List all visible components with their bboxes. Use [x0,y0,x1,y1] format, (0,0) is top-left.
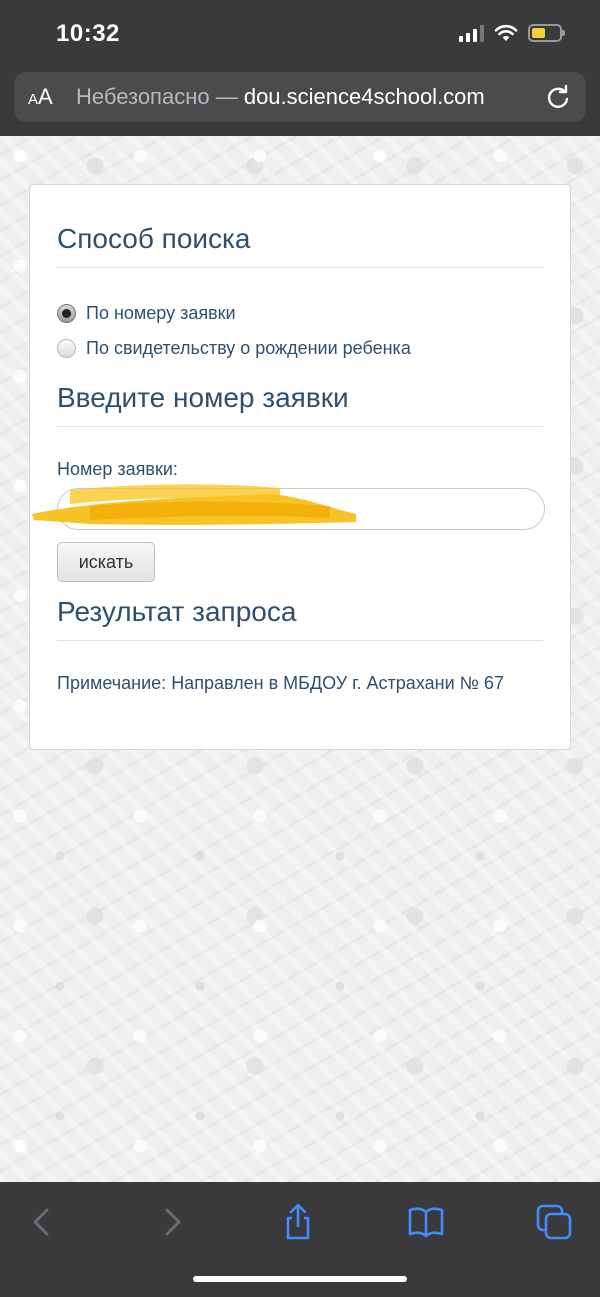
search-method-radio-group: По номеру заявки По свидетельству о рожд… [57,296,543,366]
radio-option-by-birth-certificate[interactable]: По свидетельству о рождении ребенка [57,331,543,366]
address-bar[interactable]: AA Небезопасно — dou.science4school.com [14,72,586,122]
radio-label: По свидетельству о рождении ребенка [86,338,411,358]
reload-icon[interactable] [544,83,572,111]
wifi-icon [494,24,518,41]
radio-button-unchecked[interactable] [57,339,76,358]
status-time: 10:32 [56,20,120,47]
search-button[interactable]: искать [57,542,155,582]
radio-label: По номеру заявки [86,303,236,323]
request-number-label: Номер заявки: [57,459,178,479]
status-icons [459,24,565,42]
result-note: Примечание: Направлен в МБДОУ г. Астраха… [57,673,504,693]
radio-option-by-request-number[interactable]: По номеру заявки [57,296,543,331]
enter-number-title: Введите номер заявки [57,382,543,427]
url-domain: dou.science4school.com [243,84,485,109]
browser-top-chrome: 10:32 AA Небезопасно — dou.science4schoo… [0,0,600,136]
radio-button-checked[interactable] [57,304,76,323]
tabs-icon[interactable] [534,1202,574,1242]
url-text[interactable]: Небезопасно — dou.science4school.com [76,84,544,110]
search-method-title: Способ поиска [57,223,543,268]
request-number-input[interactable] [57,488,545,530]
battery-icon [528,24,565,42]
text-size-button[interactable]: AA [28,84,76,110]
cellular-signal-icon [459,24,484,42]
url-security-warning: Небезопасно — [76,84,244,109]
result-title: Результат запроса [57,596,543,641]
chevron-left-icon[interactable] [22,1202,62,1242]
share-icon[interactable] [278,1202,318,1242]
chevron-right-icon[interactable] [152,1202,192,1242]
home-indicator[interactable] [193,1276,407,1282]
book-icon[interactable] [406,1202,446,1242]
search-form-card: Способ поиска По номеру заявки По свидет… [29,184,571,750]
